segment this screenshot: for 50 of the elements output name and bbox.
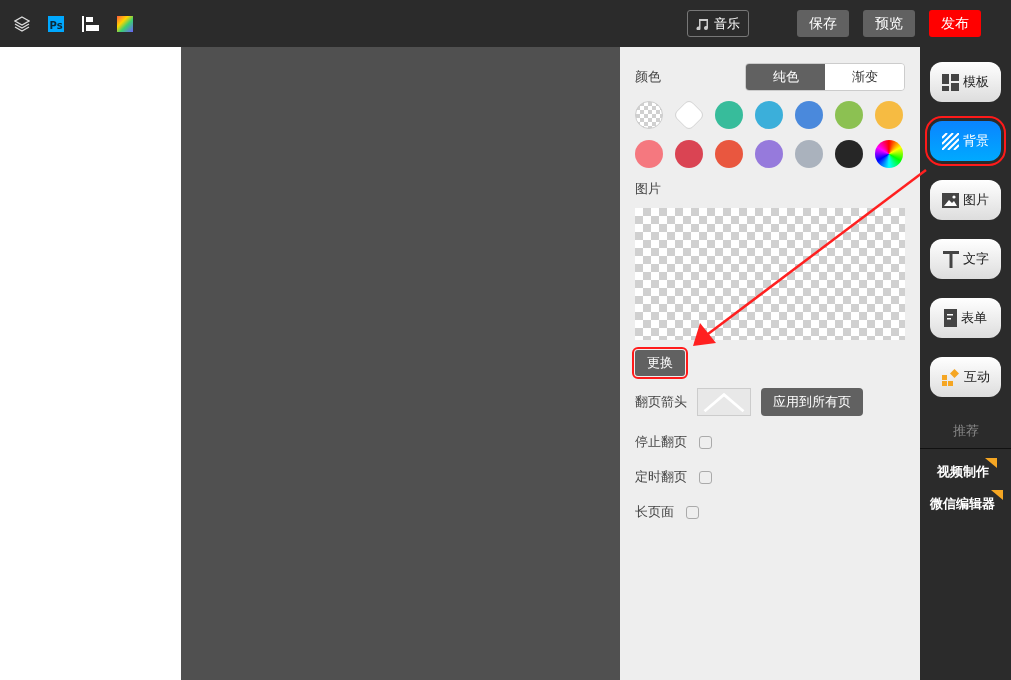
checkbox[interactable] — [699, 470, 712, 484]
music-button[interactable]: 音乐 — [687, 10, 749, 37]
align-left-icon[interactable] — [82, 15, 99, 32]
toolbar-button[interactable]: 预览 — [863, 10, 915, 37]
color-swatch[interactable] — [675, 140, 703, 168]
music-note-icon — [696, 17, 708, 30]
color-swatch[interactable] — [835, 101, 863, 129]
sidebar-item[interactable]: 文字 — [930, 239, 1001, 279]
color-swatch[interactable] — [875, 101, 903, 129]
option-label: 长页面 — [635, 503, 674, 521]
checkbox[interactable] — [686, 505, 699, 519]
form-icon — [944, 309, 957, 327]
recommend-link[interactable]: 视频制作 — [936, 464, 989, 479]
sidebar-item[interactable]: 图片 — [930, 180, 1001, 220]
color-swatch[interactable] — [755, 140, 783, 168]
page-arrow-label: 翻页箭头 — [635, 393, 687, 411]
color-swatch[interactable] — [715, 140, 743, 168]
checkbox[interactable] — [699, 435, 712, 449]
transparent-swatch[interactable] — [635, 101, 663, 129]
publish-button[interactable]: 发布 — [929, 10, 981, 37]
recommend-label: 推荐 — [920, 422, 1011, 449]
color-swatch[interactable] — [755, 101, 783, 129]
color-swatch[interactable] — [795, 140, 823, 168]
sidebar-item[interactable]: 互动 — [930, 357, 1001, 397]
option-label: 定时翻页 — [635, 468, 687, 486]
text-icon — [942, 250, 959, 268]
fill-type-tab[interactable]: 渐变 — [825, 64, 904, 90]
photoshop-icon[interactable]: Ps — [48, 15, 64, 32]
replace-button[interactable]: 更换 — [635, 350, 685, 376]
stripes-icon — [942, 132, 959, 150]
color-wheel-swatch[interactable] — [875, 140, 903, 168]
toolbar-button[interactable]: 保存 — [797, 10, 849, 37]
grid-icon — [942, 73, 959, 91]
color-label: 颜色 — [635, 68, 661, 86]
sidebar-item[interactable]: 模板 — [930, 62, 1001, 102]
gradient-icon[interactable] — [117, 15, 133, 32]
option-label: 停止翻页 — [635, 433, 687, 451]
recommend-link[interactable]: 微信编辑器 — [930, 496, 995, 511]
color-swatch[interactable] — [795, 101, 823, 129]
color-swatch[interactable] — [835, 140, 863, 168]
image-label: 图片 — [635, 180, 662, 198]
sidebar-item[interactable]: 表单 — [930, 298, 1001, 338]
color-swatch[interactable] — [715, 101, 743, 129]
apply-all-button[interactable]: 应用到所有页 — [761, 388, 863, 416]
interact-icon — [941, 368, 960, 386]
arrow-preview[interactable] — [697, 388, 751, 416]
fill-type-tab[interactable]: 纯色 — [746, 64, 825, 90]
layers-icon[interactable] — [14, 15, 30, 32]
color-swatch[interactable] — [635, 140, 663, 168]
image-icon — [942, 192, 959, 208]
